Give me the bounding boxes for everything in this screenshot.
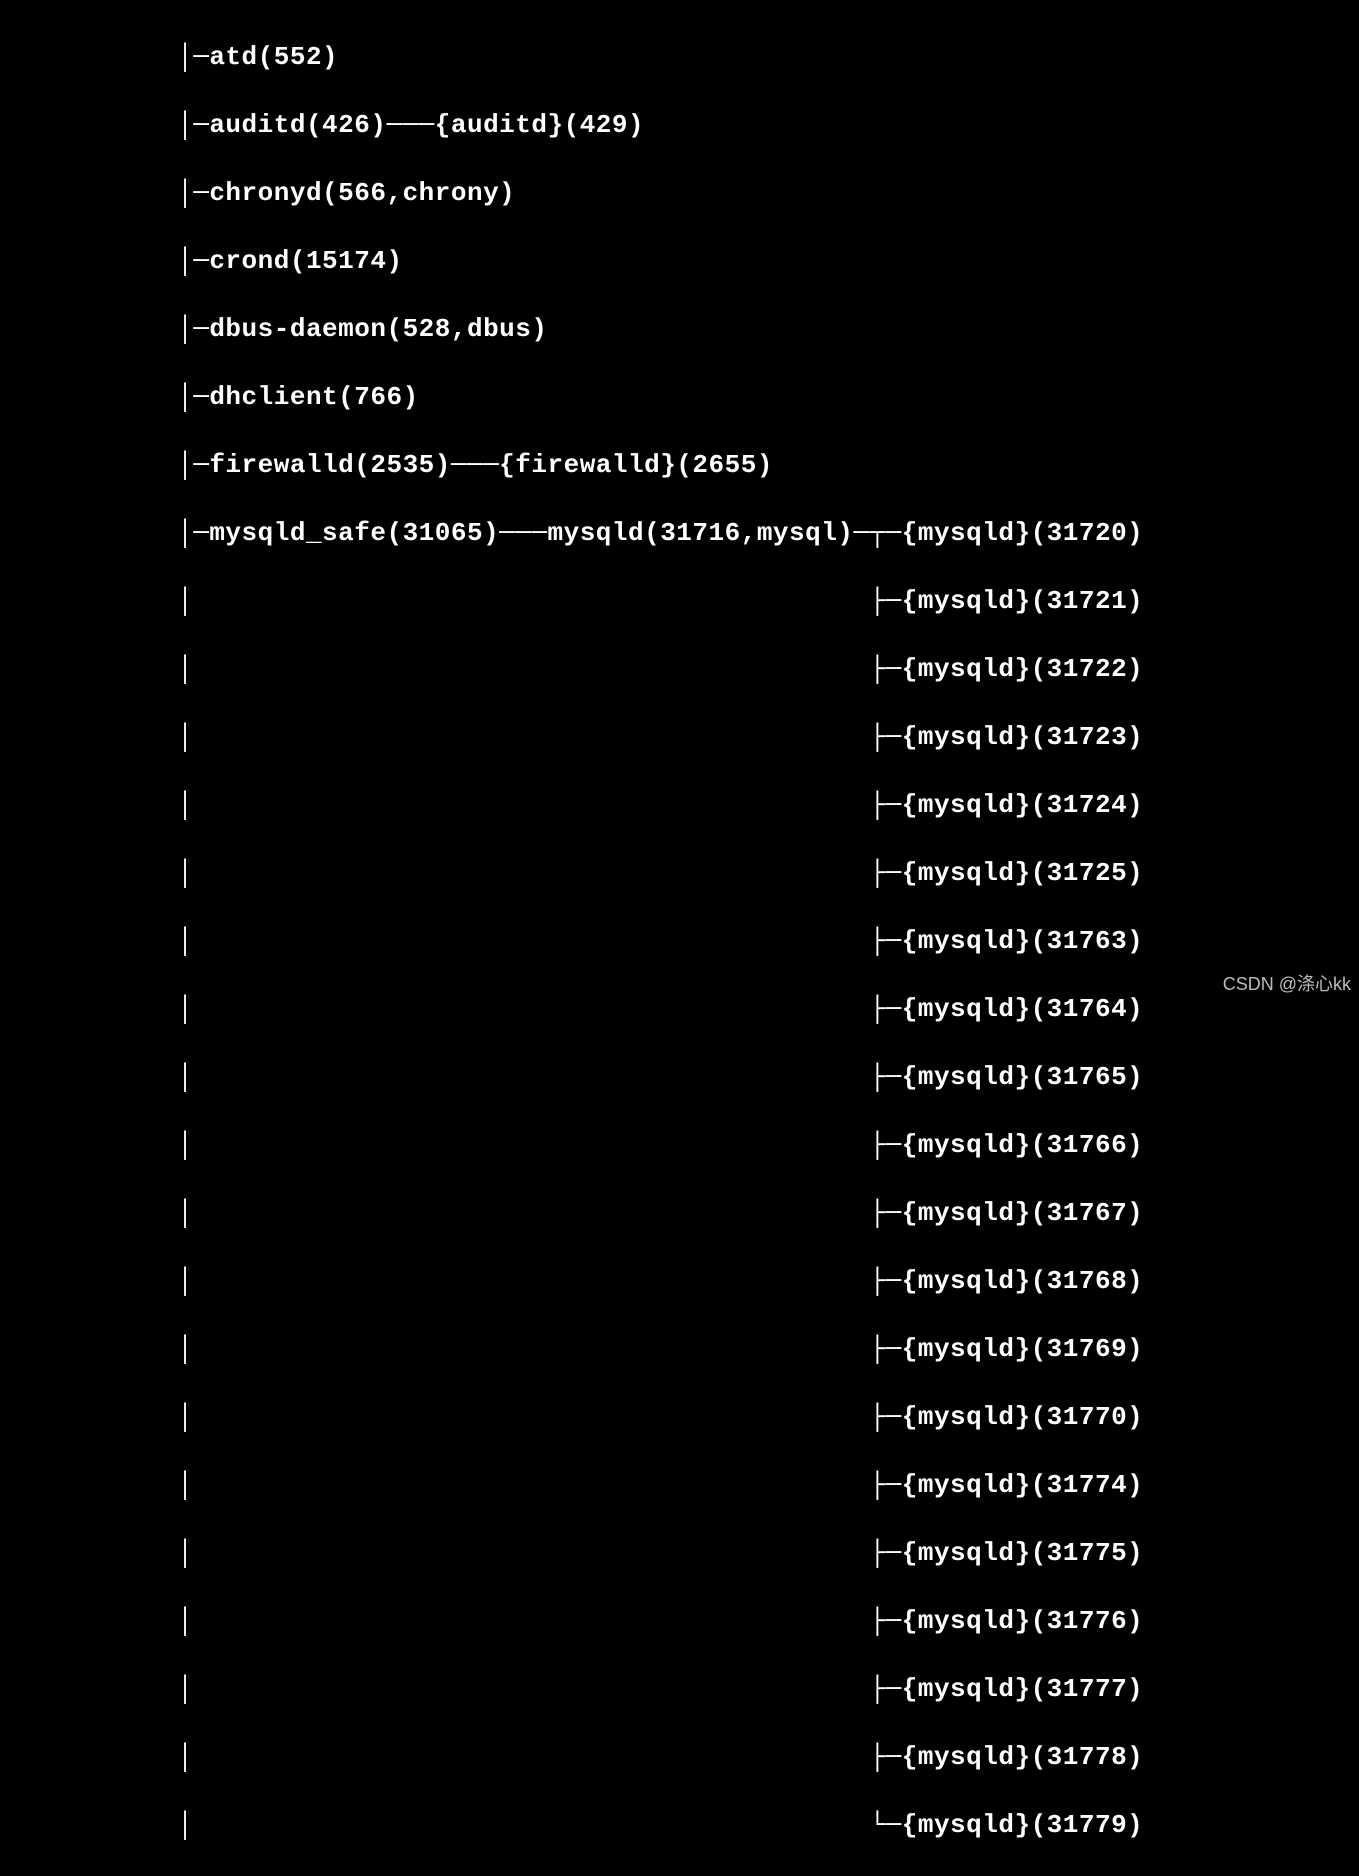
process-line: │─dbus-daemon(528,dbus) [0,312,1359,346]
process-line: │ ├─{mysqld}(31777) [0,1672,1359,1706]
process-line: │─dhclient(766) [0,380,1359,414]
process-line: │─auditd(426)───{auditd}(429) [0,108,1359,142]
process-line: │ └─{mysqld}(31779) [0,1808,1359,1842]
process-line: │ ├─{mysqld}(31765) [0,1060,1359,1094]
process-line: │ ├─{mysqld}(31768) [0,1264,1359,1298]
process-line: │─chronyd(566,chrony) [0,176,1359,210]
process-line: │ ├─{mysqld}(31721) [0,584,1359,618]
process-line: │ ├─{mysqld}(31769) [0,1332,1359,1366]
process-line: │─firewalld(2535)───{firewalld}(2655) [0,448,1359,482]
process-line: │ ├─{mysqld}(31766) [0,1128,1359,1162]
process-line: │─atd(552) [0,40,1359,74]
process-line: │ ├─{mysqld}(31767) [0,1196,1359,1230]
process-line: │ ├─{mysqld}(31723) [0,720,1359,754]
process-line: │ ├─{mysqld}(31764) [0,992,1359,1026]
process-line: │ ├─{mysqld}(31770) [0,1400,1359,1434]
process-line: │ ├─{mysqld}(31774) [0,1468,1359,1502]
process-line: │─mysqld_safe(31065)───mysqld(31716,mysq… [0,516,1359,550]
process-line: │─crond(15174) [0,244,1359,278]
pstree-output: │─atd(552) │─auditd(426)───{auditd}(429)… [0,0,1359,1876]
process-line: │ ├─{mysqld}(31724) [0,788,1359,822]
process-line: │ ├─{mysqld}(31722) [0,652,1359,686]
process-line: │ ├─{mysqld}(31776) [0,1604,1359,1638]
process-line: │ ├─{mysqld}(31775) [0,1536,1359,1570]
process-line: │ ├─{mysqld}(31725) [0,856,1359,890]
process-line: │ ├─{mysqld}(31763) [0,924,1359,958]
watermark: CSDN @涤心kk [1223,970,1351,996]
process-line: │ ├─{mysqld}(31778) [0,1740,1359,1774]
